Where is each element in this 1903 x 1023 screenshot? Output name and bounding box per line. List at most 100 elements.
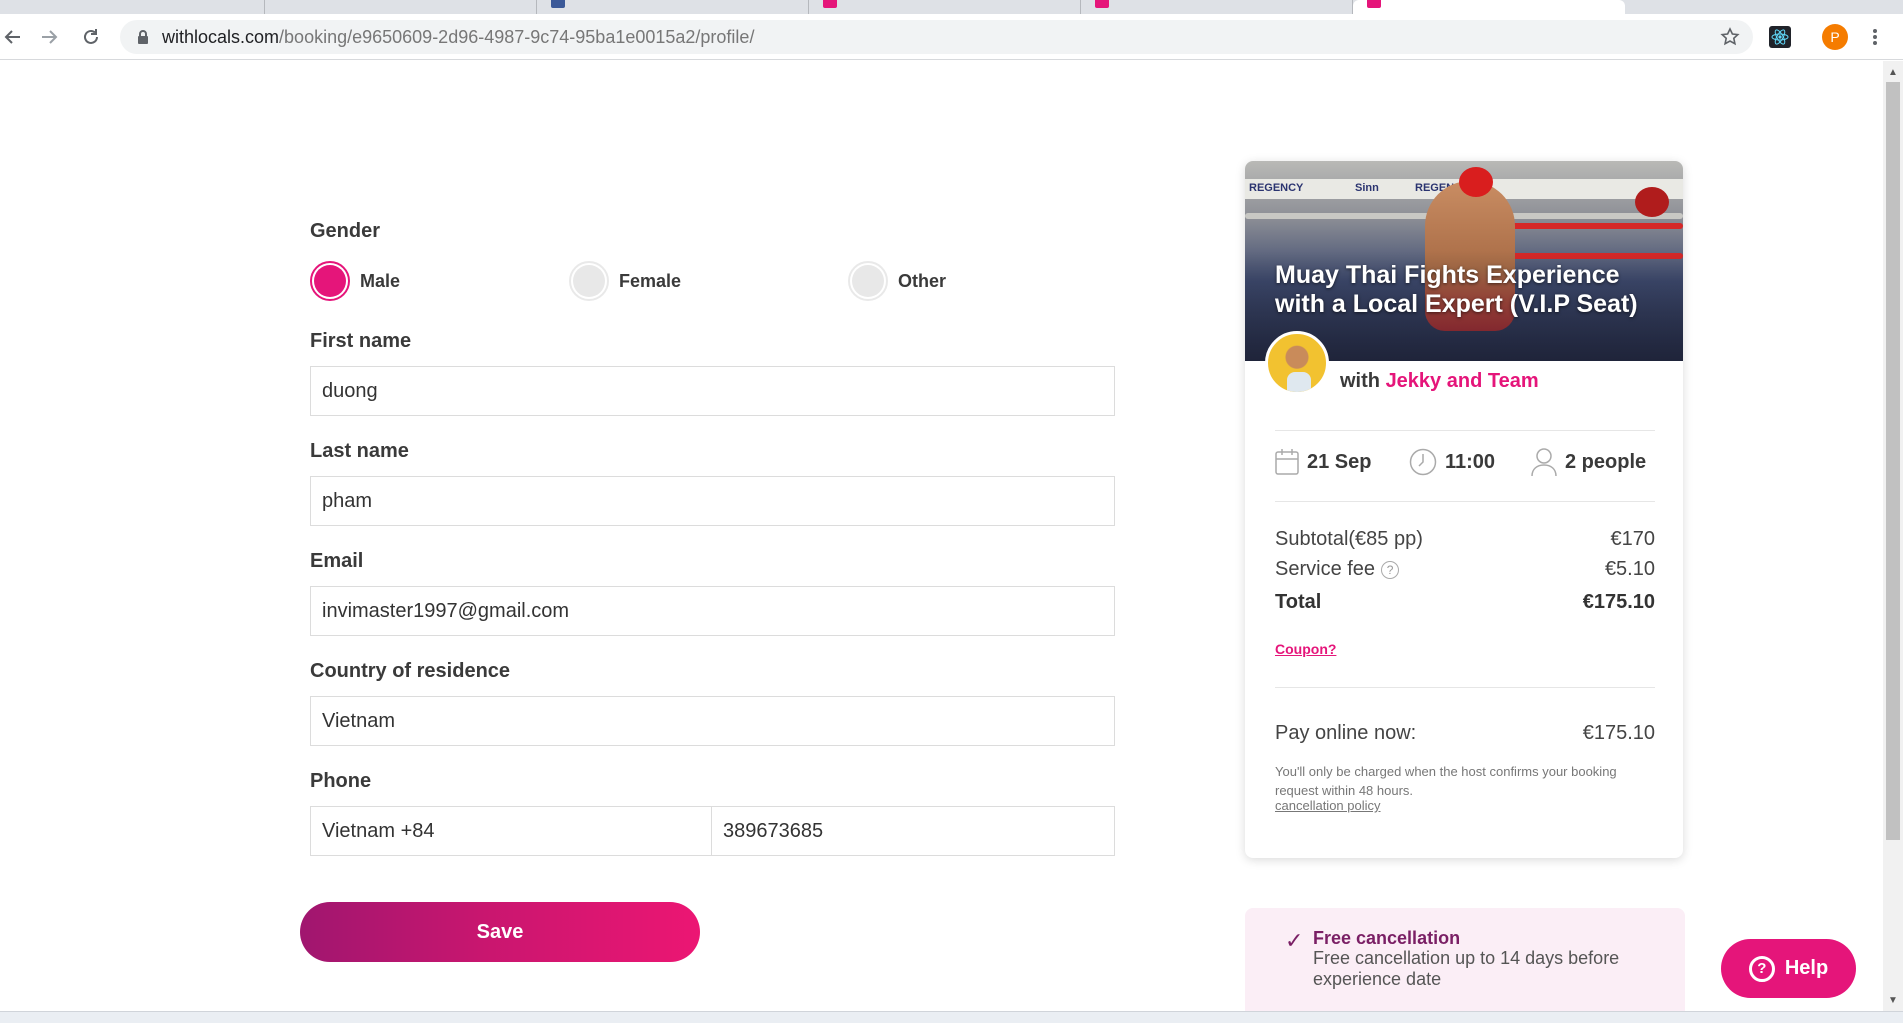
host-avatar[interactable] (1265, 331, 1329, 395)
url-host: withlocals.com (162, 26, 280, 47)
checkmark-icon: ✓ (1285, 928, 1304, 953)
host-line: with Jekky and Team (1340, 370, 1539, 393)
profile-button[interactable]: P (1822, 24, 1848, 50)
browser-tab[interactable] (265, 0, 537, 14)
radio-dot (314, 265, 346, 297)
url-path: /booking/e9650609-2d96-4987-9c74-95ba1e0… (279, 26, 755, 47)
host-name-link[interactable]: Jekky and Team (1386, 370, 1539, 392)
url-text: withlocals.com/booking/e9650609-2d96-498… (162, 27, 754, 48)
experience-title: Muay Thai Fights Experience with a Local… (1275, 261, 1638, 318)
pay-online-row: Pay online now: €175.10 (1275, 722, 1655, 745)
star-icon (1720, 27, 1740, 46)
ring-rope (1495, 223, 1683, 229)
gender-option-female[interactable]: Female (569, 261, 681, 301)
subtotal-row: Subtotal(€85 pp) €170 (1275, 528, 1655, 551)
service-fee-label: Service fee (1275, 558, 1376, 580)
radio-label-male: Male (360, 270, 401, 291)
gender-label: Gender (310, 220, 381, 242)
radio-label-female: Female (619, 270, 682, 291)
browser-toolbar: withlocals.com/booking/e9650609-2d96-498… (0, 14, 1903, 60)
last-name-field[interactable] (310, 476, 1115, 526)
banner-text: REGENCY (1249, 182, 1304, 194)
country-field[interactable] (310, 696, 1115, 746)
arrow-right-icon (42, 30, 58, 44)
arrow-left-icon (4, 30, 20, 44)
experience-hero-image: REGENCY Sinn REGENCY Muay Thai Fights Ex… (1245, 161, 1683, 361)
radio-male[interactable] (310, 261, 350, 301)
free-cancellation-box: ✓ Free cancellation Free cancellation up… (1245, 908, 1685, 1011)
subtotal-label: Subtotal(€85 pp) (1275, 528, 1423, 550)
banner-text: Sinn (1355, 182, 1379, 194)
tab-strip (0, 0, 1903, 14)
booking-date-text: 21 Sep (1307, 450, 1372, 473)
forward-button[interactable] (36, 24, 62, 50)
booking-time: 11:00 (1409, 446, 1495, 478)
clock-icon (1409, 448, 1437, 476)
total-label: Total (1275, 591, 1322, 613)
radio-other[interactable] (848, 261, 888, 301)
total-row: Total €175.10 (1275, 591, 1655, 614)
email-label: Email (310, 550, 364, 572)
pay-label: Pay online now: (1275, 722, 1417, 744)
reload-icon (84, 29, 98, 44)
scroll-up-arrow[interactable]: ▲ (1883, 62, 1903, 82)
withlocals-icon (823, 0, 837, 8)
os-taskbar (0, 1011, 1903, 1023)
browser-tab-active[interactable] (1353, 0, 1625, 14)
divider (1275, 430, 1655, 431)
service-fee-row: Service fee? €5.10 (1275, 558, 1655, 581)
save-button[interactable]: Save (300, 902, 700, 962)
total-value: €175.10 (1582, 591, 1655, 613)
address-bar[interactable]: withlocals.com/booking/e9650609-2d96-498… (120, 20, 1753, 54)
boxing-glove (1459, 167, 1493, 197)
bookmark-star-button[interactable] (1717, 24, 1743, 50)
profile-avatar: P (1822, 24, 1848, 50)
phone-number-field[interactable] (711, 806, 1115, 856)
kebab-menu-icon (1873, 29, 1877, 45)
email-field[interactable] (310, 586, 1115, 636)
boxing-glove (1635, 187, 1669, 217)
first-name-field[interactable] (310, 366, 1115, 416)
divider (1275, 687, 1655, 688)
avatar-body (1287, 372, 1311, 392)
browser-tab[interactable] (0, 0, 265, 14)
booking-summary-card: REGENCY Sinn REGENCY Muay Thai Fights Ex… (1245, 161, 1683, 858)
gender-option-other[interactable]: Other (848, 261, 946, 301)
page-scrollbar-thumb[interactable] (1886, 82, 1900, 840)
phone-country-select[interactable] (310, 806, 712, 856)
question-icon[interactable]: ? (1381, 560, 1400, 579)
back-button[interactable] (0, 24, 26, 50)
facebook-icon (551, 0, 565, 8)
browser-menu-button[interactable] (1865, 24, 1885, 50)
browser-tab[interactable] (1081, 0, 1353, 14)
browser-tab[interactable] (809, 0, 1081, 14)
radio-dot (852, 265, 884, 297)
coupon-link[interactable]: Coupon? (1275, 641, 1336, 657)
radio-female[interactable] (569, 261, 609, 301)
help-button[interactable]: ? Help (1721, 939, 1856, 998)
country-label: Country of residence (310, 660, 511, 682)
free-cancellation-title: Free cancellation (1313, 928, 1461, 948)
free-cancellation-text: Free cancellation up to 14 days before e… (1313, 948, 1620, 989)
help-label: Help (1784, 957, 1829, 979)
browser-tab[interactable] (1625, 0, 1903, 14)
first-name-label: First name (310, 330, 412, 352)
charge-note: You'll only be charged when the host con… (1275, 764, 1617, 798)
booking-people: 2 people (1531, 446, 1646, 478)
gender-option-male[interactable]: Male (310, 261, 400, 301)
withlocals-icon (1367, 0, 1381, 8)
service-fee-value: €5.10 (1604, 558, 1655, 580)
react-icon (1769, 26, 1791, 48)
person-icon (1531, 448, 1557, 477)
last-name-label: Last name (310, 440, 409, 462)
divider (1275, 501, 1655, 502)
browser-tab[interactable] (537, 0, 809, 14)
radio-dot (573, 265, 605, 297)
reload-button[interactable] (78, 24, 104, 50)
subtotal-value: €170 (1610, 528, 1656, 550)
scroll-down-arrow[interactable]: ▼ (1883, 990, 1903, 1010)
react-devtools-extension[interactable] (1767, 24, 1793, 50)
cancellation-policy-link[interactable]: cancellation policy (1275, 798, 1381, 813)
pay-value: €175.10 (1582, 722, 1655, 744)
lock-icon (138, 30, 148, 44)
